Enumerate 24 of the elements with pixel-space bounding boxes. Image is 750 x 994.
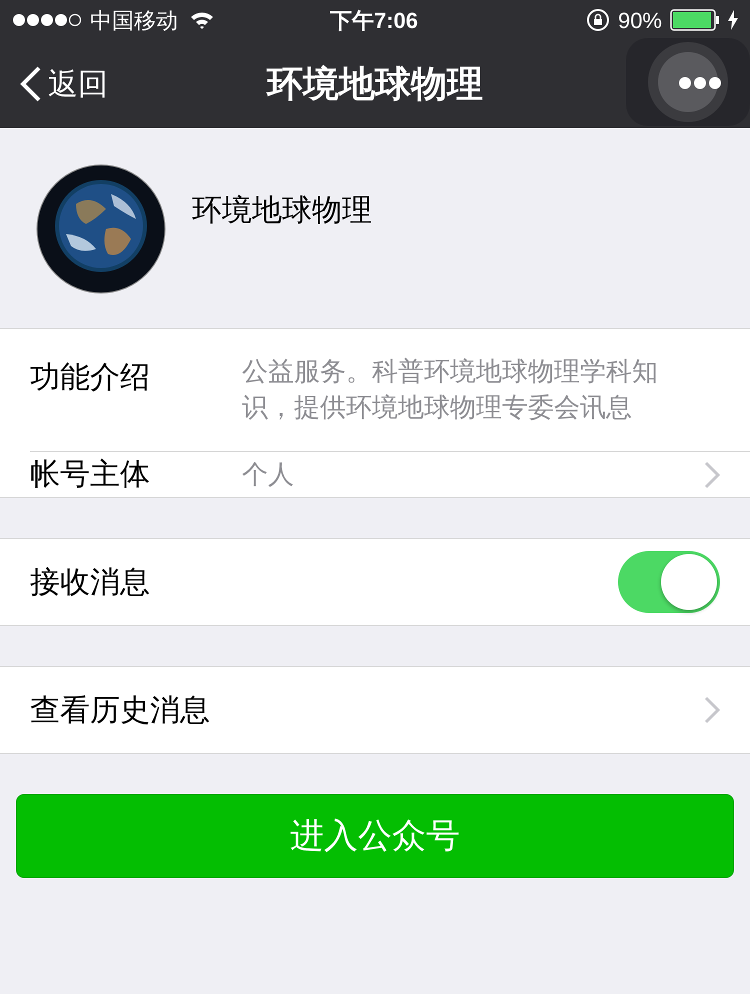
chevron-icon xyxy=(704,460,720,488)
chevron-icon xyxy=(704,696,720,724)
back-button[interactable]: 返回 xyxy=(20,62,108,106)
list-row[interactable]: 查看历史消息 xyxy=(0,667,750,753)
floating-menu-button[interactable] xyxy=(626,38,750,126)
page-title: 环境地球物理 xyxy=(267,62,483,106)
row-label: 接收消息 xyxy=(30,564,150,600)
row-label: 查看历史消息 xyxy=(30,692,210,728)
more-icon[interactable] xyxy=(678,76,722,90)
battery-icon xyxy=(670,9,720,31)
row-label: 功能介绍 xyxy=(30,360,151,396)
rotation-lock-icon xyxy=(586,8,610,32)
description-text: 公益服务。科普环境地球物理学科知识，提供环境地球物理专委会讯息 xyxy=(242,355,659,424)
charging-icon xyxy=(728,10,738,30)
row-value: 个人 xyxy=(242,458,294,491)
list-row[interactable]: 帐号主体 个人 xyxy=(30,451,750,497)
account-name: 环境地球物理 xyxy=(192,193,372,229)
carrier-name: 中国移动 xyxy=(90,6,178,34)
signal-icon xyxy=(12,13,82,27)
clock-time: 下午7:06 xyxy=(330,7,418,35)
row-label: 帐号主体 xyxy=(30,457,151,493)
wifi-icon xyxy=(190,11,214,29)
back-icon xyxy=(20,66,42,102)
battery-percent: 90% xyxy=(618,6,662,34)
